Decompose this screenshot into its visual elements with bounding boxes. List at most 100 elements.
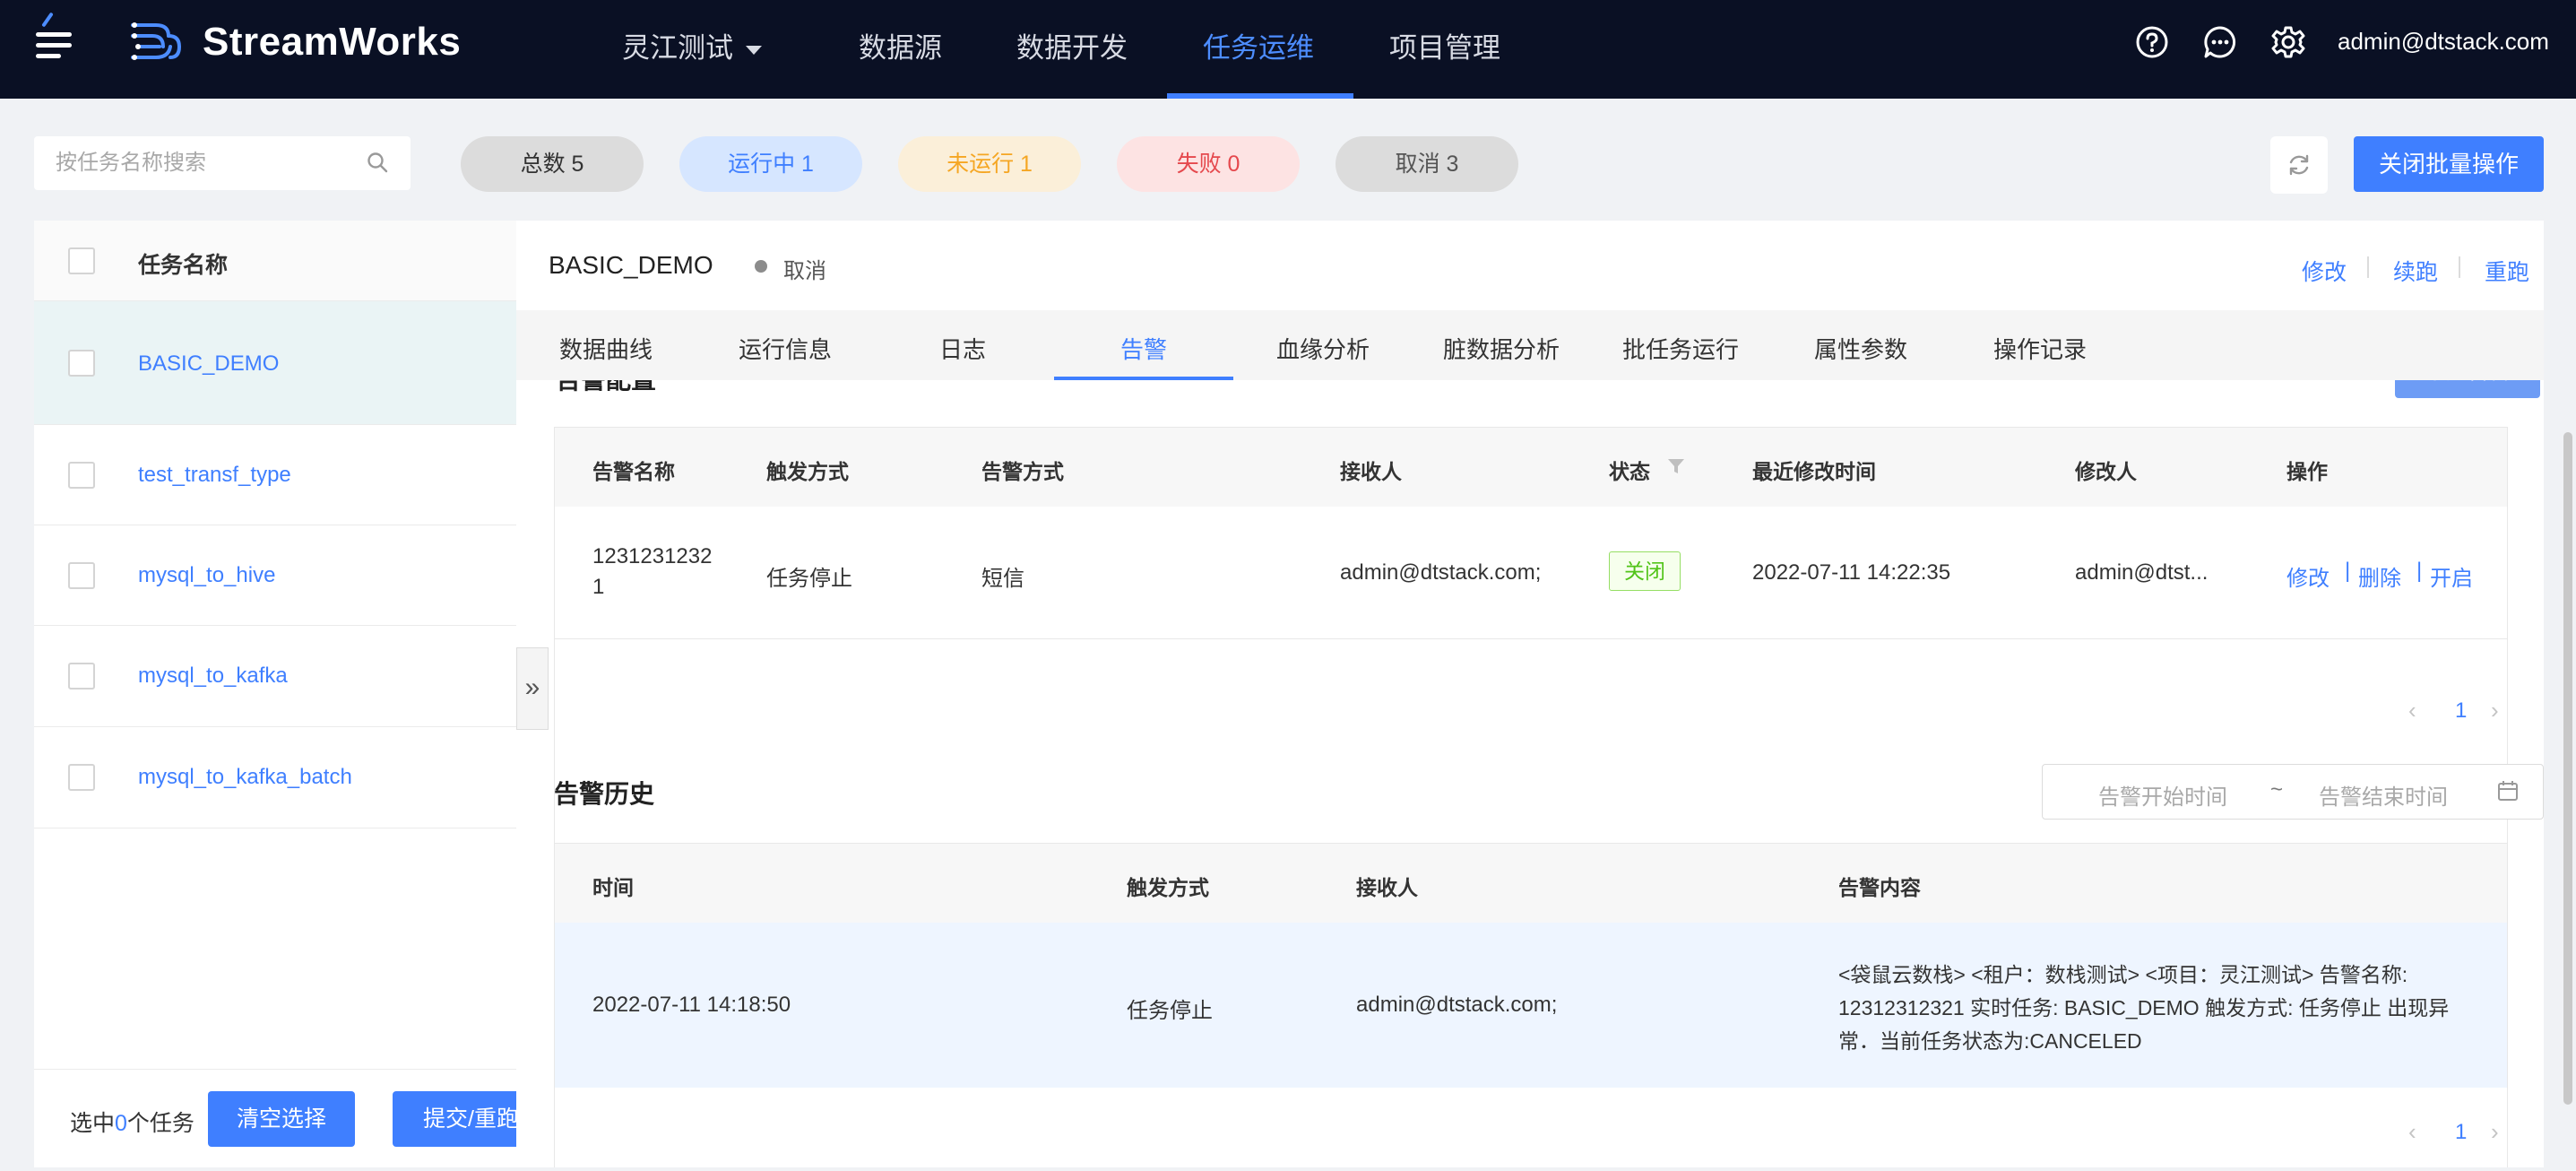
filter-not-running[interactable]: 未运行 1	[898, 136, 1081, 192]
message-icon[interactable]	[2203, 25, 2237, 59]
filter-total[interactable]: 总数 5	[461, 136, 644, 192]
table-row: 1231231232 1 任务停止 短信 admin@dtstack.com; …	[555, 507, 2507, 639]
alarm-config-table-header: 告警名称 触发方式 告警方式 接收人 状态 最近修改时间 修改人 操作	[555, 428, 2507, 507]
nav-item-datasource[interactable]: 数据源	[859, 25, 942, 99]
task-name-link[interactable]: mysql_to_kafka_batch	[138, 765, 352, 790]
column-header-trigger: 触发方式	[1127, 876, 1209, 899]
task-checkbox[interactable]	[68, 462, 95, 489]
user-account[interactable]: admin@dtstack.com	[2338, 28, 2549, 56]
menu-icon[interactable]	[36, 12, 77, 59]
tab-properties[interactable]: 属性参数	[1814, 332, 1907, 365]
top-navigation-bar: StreamWorks 灵江测试 数据源 数据开发 任务运维 项目管理 admi…	[0, 0, 2576, 99]
streamworks-logo-icon	[131, 22, 182, 60]
alarm-history-table-header: 时间 触发方式 接收人 告警内容	[555, 844, 2507, 923]
edit-alarm-link[interactable]: 修改	[2286, 560, 2330, 592]
active-tab-indicator	[1054, 377, 1233, 380]
project-name: 灵江测试	[622, 32, 733, 64]
alarm-modifier: admin@dtst...	[2075, 560, 2209, 585]
task-list-item[interactable]: mysql_to_kafka_batch	[34, 727, 516, 828]
column-header-trigger: 触发方式	[766, 460, 849, 483]
range-separator: ~	[2270, 777, 2284, 802]
alarm-date-range-picker[interactable]: 告警开始时间 ~ 告警结束时间	[2042, 764, 2544, 820]
edit-task-link[interactable]: 修改	[2302, 255, 2347, 287]
task-list-item[interactable]: BASIC_DEMO	[34, 301, 516, 425]
refresh-button[interactable]	[2270, 136, 2328, 194]
detail-tabs: 数据曲线 运行信息 日志 告警 血缘分析 脏数据分析 批任务运行 属性参数 操作…	[516, 310, 2544, 380]
help-icon[interactable]	[2135, 25, 2169, 59]
rerun-task-link[interactable]: 重跑	[2485, 255, 2529, 287]
nav-item-data-development[interactable]: 数据开发	[1016, 25, 1128, 99]
active-nav-indicator	[1167, 93, 1353, 99]
tab-operation-log[interactable]: 操作记录	[1993, 332, 2087, 365]
task-checkbox[interactable]	[68, 663, 95, 690]
task-name-link[interactable]: mysql_to_kafka	[138, 664, 288, 689]
collapse-list-toggle[interactable]: »	[516, 647, 549, 730]
end-time-input[interactable]: 告警结束时间	[2319, 779, 2448, 811]
action-divider	[2367, 256, 2369, 278]
column-header-operations: 操作	[2286, 460, 2328, 483]
calendar-icon	[2498, 781, 2518, 801]
tab-dirty-data[interactable]: 脏数据分析	[1443, 332, 1560, 365]
submit-rerun-button[interactable]: 提交/重跑	[393, 1091, 516, 1147]
task-search-input[interactable]	[56, 149, 360, 178]
filter-icon[interactable]	[1666, 456, 1686, 476]
page-number[interactable]: 1	[2455, 698, 2467, 724]
tab-lineage[interactable]: 血缘分析	[1276, 332, 1370, 365]
task-list-item[interactable]: mysql_to_kafka	[34, 626, 516, 727]
status-dot	[755, 260, 767, 273]
task-name-link[interactable]: mysql_to_hive	[138, 563, 275, 588]
tab-batch-run[interactable]: 批任务运行	[1622, 332, 1739, 365]
alarm-history-table: 时间 触发方式 接收人 告警内容 2022-07-11 14:18:50 任务停…	[554, 843, 2508, 1167]
select-all-checkbox[interactable]	[68, 247, 95, 274]
task-search-box	[34, 136, 411, 190]
table-row: 2022-07-11 14:18:50 任务停止 admin@dtstack.c…	[555, 923, 2507, 1088]
nav-item-project-management[interactable]: 项目管理	[1389, 25, 1500, 99]
task-list-header: 任务名称	[34, 221, 516, 301]
ops-divider: |	[2416, 559, 2423, 583]
history-time: 2022-07-11 14:18:50	[592, 993, 791, 1017]
next-page-icon[interactable]: ›	[2491, 1118, 2499, 1146]
task-name-link[interactable]: BASIC_DEMO	[138, 351, 279, 377]
column-header-receiver: 接收人	[1356, 876, 1418, 899]
column-header-time: 时间	[592, 876, 634, 899]
close-batch-operation-button[interactable]: 关闭批量操作	[2354, 136, 2544, 192]
alarm-trigger: 任务停止	[766, 567, 852, 591]
start-time-input[interactable]: 告警开始时间	[2098, 779, 2227, 811]
task-list-item[interactable]: mysql_to_hive	[34, 525, 516, 626]
task-name-link[interactable]: test_transf_type	[138, 463, 291, 488]
alarm-name: 1231231232 1	[592, 544, 713, 599]
search-icon[interactable]	[366, 151, 391, 176]
prev-page-icon[interactable]: ‹	[2408, 697, 2416, 724]
tab-alarm[interactable]: 告警	[1120, 332, 1167, 365]
column-header-modified-time: 最近修改时间	[1752, 460, 1876, 483]
task-checkbox[interactable]	[68, 562, 95, 589]
tab-run-info[interactable]: 运行信息	[739, 332, 832, 365]
ops-divider: |	[2345, 559, 2351, 583]
project-switcher[interactable]: 灵江测试	[622, 25, 762, 99]
clear-selection-button[interactable]: 清空选择	[208, 1091, 355, 1147]
alarm-method: 短信	[981, 567, 1024, 591]
nav-item-task-ops[interactable]: 任务运维	[1203, 25, 1314, 99]
column-header-alarm-name: 告警名称	[592, 460, 675, 483]
next-page-icon[interactable]: ›	[2491, 697, 2499, 724]
enable-alarm-link[interactable]: 开启	[2430, 560, 2473, 592]
task-checkbox[interactable]	[68, 764, 95, 791]
filter-running[interactable]: 运行中 1	[679, 136, 862, 192]
tab-log[interactable]: 日志	[939, 332, 986, 365]
prev-page-icon[interactable]: ‹	[2408, 1118, 2416, 1146]
detail-scrollbar[interactable]	[2563, 432, 2572, 1105]
task-list-item[interactable]: test_transf_type	[34, 425, 516, 525]
resume-task-link[interactable]: 续跑	[2393, 255, 2438, 287]
tab-data-curve[interactable]: 数据曲线	[559, 332, 653, 365]
page-number[interactable]: 1	[2455, 1120, 2467, 1145]
gear-icon[interactable]	[2271, 25, 2305, 59]
delete-alarm-link[interactable]: 删除	[2358, 560, 2401, 592]
action-divider	[2459, 256, 2460, 278]
filter-failed[interactable]: 失败 0	[1117, 136, 1300, 192]
selected-count: 0	[115, 1111, 127, 1136]
task-checkbox[interactable]	[68, 350, 95, 377]
filter-cancelled[interactable]: 取消 3	[1336, 136, 1518, 192]
column-header-receiver: 接收人	[1340, 460, 1402, 483]
column-header-modifier: 修改人	[2075, 460, 2137, 483]
history-trigger: 任务停止	[1127, 999, 1213, 1023]
